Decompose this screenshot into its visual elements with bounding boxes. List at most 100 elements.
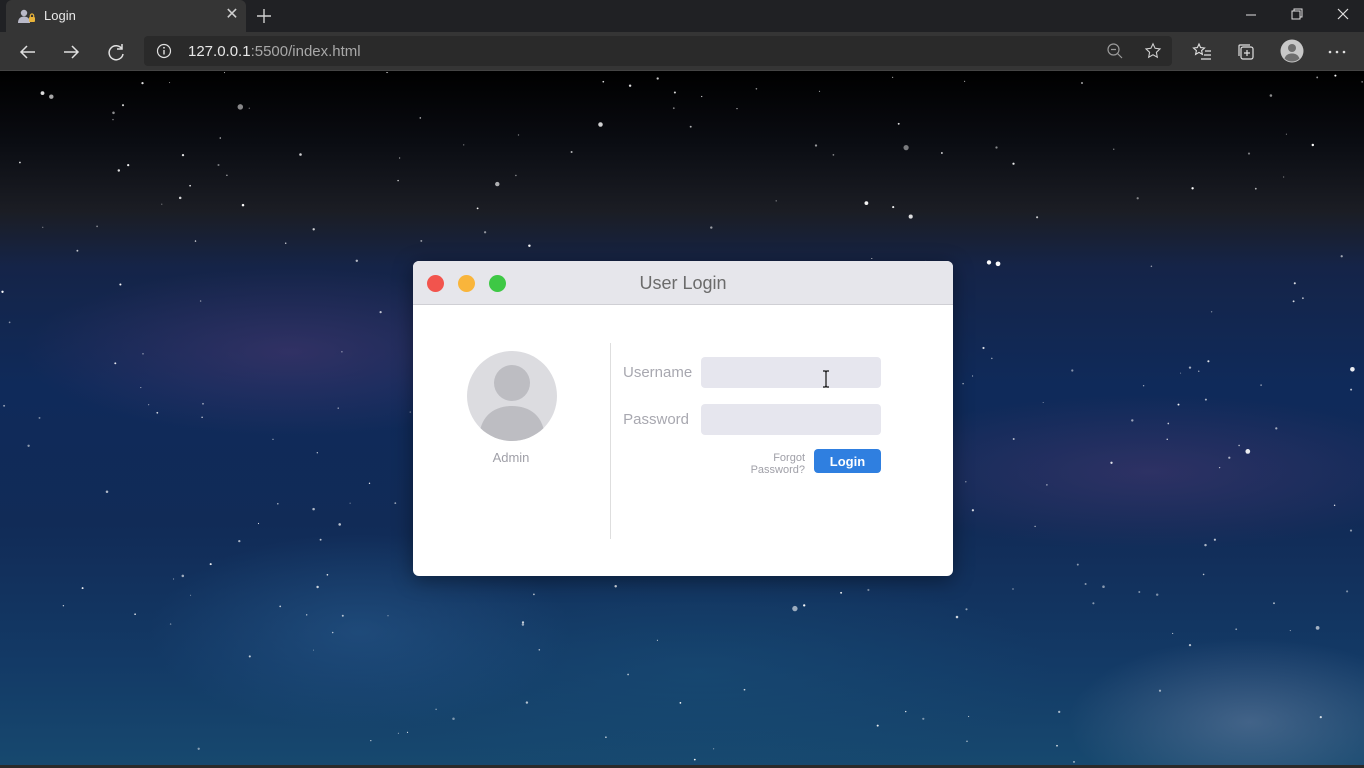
star	[1254, 187, 1257, 190]
star	[156, 411, 159, 414]
star	[1315, 626, 1320, 630]
forward-icon[interactable]	[57, 38, 85, 66]
profile-icon[interactable]	[1280, 39, 1304, 63]
close-icon[interactable]: ✕	[222, 5, 242, 25]
url-text[interactable]: 127.0.0.1:5500/index.html	[188, 43, 361, 60]
star	[1350, 388, 1353, 391]
star	[201, 416, 203, 418]
star	[905, 710, 907, 713]
star	[1158, 689, 1162, 692]
plus-icon[interactable]	[252, 4, 276, 28]
star	[538, 649, 541, 651]
star	[1238, 444, 1240, 447]
login-button[interactable]: Login	[814, 449, 881, 473]
star-icon[interactable]	[1144, 42, 1162, 60]
star	[673, 91, 676, 94]
restore-icon[interactable]	[1274, 0, 1320, 30]
star	[387, 615, 389, 617]
avatar-name: Admin	[492, 450, 530, 465]
star	[141, 81, 144, 85]
star	[62, 605, 65, 607]
star	[1198, 370, 1200, 372]
minimize-icon[interactable]	[1228, 0, 1274, 30]
star	[743, 688, 746, 691]
star	[755, 88, 758, 90]
star	[306, 614, 308, 616]
collections-icon[interactable]	[1235, 41, 1257, 63]
star	[190, 594, 192, 596]
username-label: Username	[623, 364, 693, 381]
star	[379, 311, 382, 314]
star	[209, 563, 212, 566]
star	[982, 346, 985, 350]
zoom-out-icon[interactable]	[1106, 42, 1124, 60]
star	[349, 502, 351, 504]
star	[1333, 504, 1336, 506]
star	[1247, 152, 1251, 155]
dialog-titlebar: User Login	[413, 261, 953, 305]
star	[169, 82, 171, 84]
star	[891, 76, 894, 79]
username-input[interactable]	[701, 357, 881, 388]
address-bar[interactable]: 127.0.0.1:5500/index.html	[144, 36, 1172, 66]
password-input[interactable]	[701, 404, 881, 435]
star	[223, 72, 226, 74]
close-icon[interactable]	[1320, 0, 1364, 30]
star	[96, 225, 99, 228]
star	[1012, 588, 1014, 590]
star	[148, 404, 150, 406]
star	[1319, 716, 1322, 719]
star	[1204, 398, 1207, 401]
star	[355, 259, 359, 263]
star	[279, 605, 282, 608]
star	[284, 242, 287, 245]
star	[337, 407, 339, 409]
reload-icon[interactable]	[102, 38, 130, 66]
star	[226, 174, 228, 177]
star	[1056, 744, 1058, 747]
star	[326, 573, 329, 576]
star	[1081, 82, 1083, 84]
star	[515, 174, 517, 177]
info-icon[interactable]	[156, 43, 172, 59]
star	[463, 144, 465, 146]
star	[105, 490, 109, 493]
star	[112, 111, 115, 115]
browser-tab[interactable]: Login ✕	[6, 0, 246, 32]
star	[971, 509, 975, 512]
star	[299, 153, 302, 156]
star	[272, 438, 274, 440]
back-icon[interactable]	[14, 38, 42, 66]
star	[965, 481, 967, 483]
divider	[610, 343, 611, 539]
star	[1289, 630, 1291, 632]
star	[1349, 529, 1353, 532]
star	[1302, 297, 1304, 300]
star	[1, 290, 4, 293]
tab-title: Login	[44, 8, 76, 23]
star	[495, 181, 500, 187]
star	[114, 362, 117, 365]
star	[605, 736, 607, 739]
star	[995, 146, 998, 149]
star	[197, 747, 200, 750]
star	[161, 203, 163, 205]
star	[181, 153, 185, 157]
more-icon[interactable]	[1326, 41, 1348, 63]
star	[1036, 216, 1039, 219]
star	[1150, 265, 1153, 268]
star	[1177, 403, 1180, 406]
star	[908, 214, 913, 219]
star	[397, 179, 399, 182]
star	[598, 122, 603, 127]
favorites-icon[interactable]	[1191, 41, 1213, 63]
star	[1076, 563, 1079, 566]
star	[3, 404, 6, 407]
star	[49, 94, 54, 99]
user-lock-icon	[18, 9, 35, 23]
star	[991, 357, 993, 360]
star	[169, 623, 172, 625]
forgot-password-link[interactable]: Forgot Password?	[723, 452, 805, 476]
star	[1228, 456, 1231, 459]
star	[1350, 367, 1355, 372]
